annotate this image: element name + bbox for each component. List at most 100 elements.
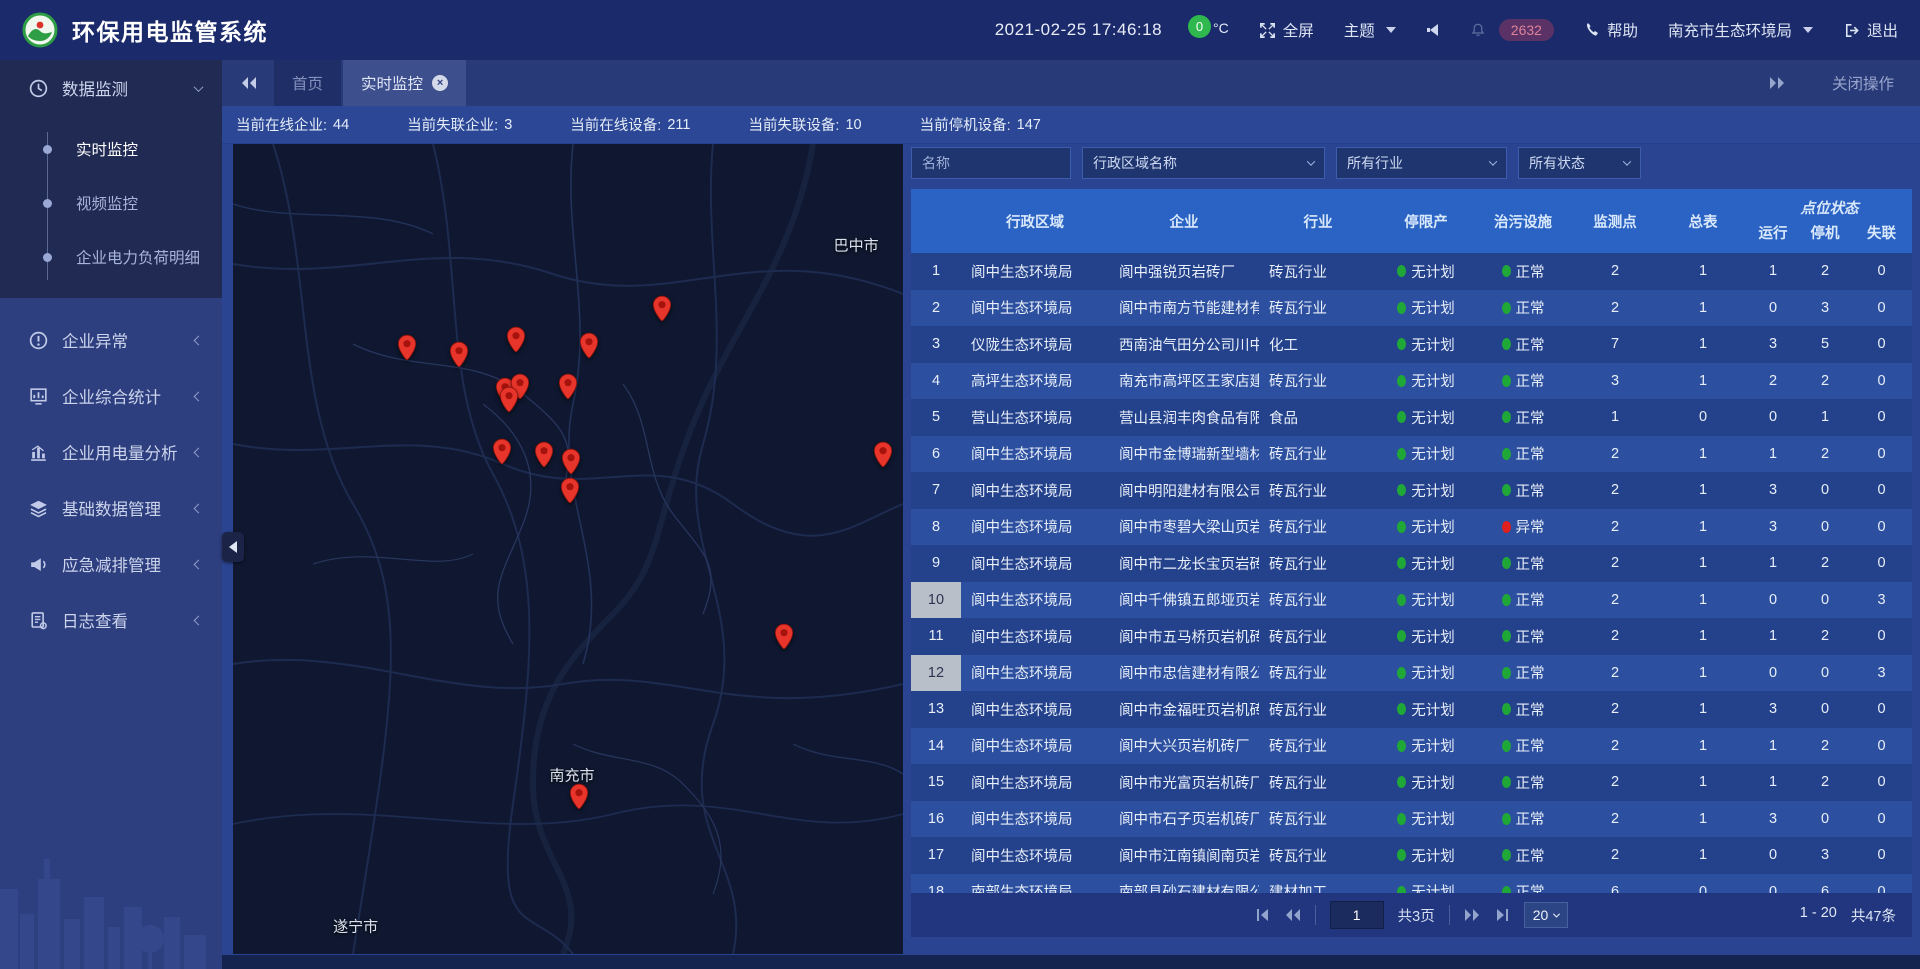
tabs-scroll-left-button[interactable] bbox=[240, 76, 258, 90]
sidebar-item-4[interactable]: 基础数据管理 bbox=[0, 480, 222, 536]
cell-industry: 砖瓦行业 bbox=[1259, 509, 1377, 546]
close-operations-dropdown[interactable]: 关闭操作 bbox=[1832, 72, 1894, 94]
next-page-button[interactable] bbox=[1464, 908, 1481, 922]
table-row[interactable]: 12阆中生态环境局阆中市忠信建材有限公砖瓦行业无计划正常21003 bbox=[911, 655, 1912, 692]
table-row[interactable]: 1阆中生态环境局阆中强锐页岩砖厂砖瓦行业无计划正常21120 bbox=[911, 253, 1912, 290]
theme-dropdown[interactable]: 主题 bbox=[1344, 19, 1396, 41]
footer-strip bbox=[222, 955, 1920, 969]
logout-button[interactable]: 退出 bbox=[1843, 19, 1898, 41]
fullscreen-icon bbox=[1259, 22, 1276, 39]
stat-value: 211 bbox=[667, 117, 690, 133]
map-pin[interactable] bbox=[560, 477, 580, 504]
sidebar-subitem-0-1[interactable]: 视频监控 bbox=[0, 176, 222, 230]
table-row[interactable]: 3仪陇生态环境局西南油气田分公司川中化工无计划正常71350 bbox=[911, 326, 1912, 363]
column-header: 行政区域 bbox=[961, 189, 1109, 253]
help-button[interactable]: 帮助 bbox=[1584, 19, 1638, 41]
tab-1[interactable]: 实时监控× bbox=[343, 60, 466, 106]
map-pin[interactable] bbox=[506, 327, 526, 354]
table-row[interactable]: 7阆中生态环境局阆中明阳建材有限公司砖瓦行业无计划正常21300 bbox=[911, 472, 1912, 509]
table-row[interactable]: 17阆中生态环境局阆中市江南镇阆南页岩砖瓦行业无计划正常21030 bbox=[911, 837, 1912, 874]
cell-offline: 0 bbox=[1851, 728, 1912, 765]
cell-monitor-points: 2 bbox=[1571, 436, 1659, 473]
page-number-input[interactable] bbox=[1330, 901, 1384, 929]
datetime: 2021-02-25 17:46:18 bbox=[995, 20, 1162, 40]
table-row[interactable]: 5营山生态环境局营山县润丰肉食品有限食品无计划正常10010 bbox=[911, 399, 1912, 436]
page-size-select[interactable]: 20 bbox=[1524, 902, 1569, 928]
map-pin[interactable] bbox=[569, 783, 589, 810]
notifications[interactable]: 2632 bbox=[1470, 19, 1554, 41]
last-page-button[interactable] bbox=[1495, 908, 1510, 922]
map-pin[interactable] bbox=[774, 623, 794, 650]
row-number: 9 bbox=[911, 545, 961, 582]
tab-close-icon[interactable]: × bbox=[432, 75, 448, 91]
table-row[interactable]: 2阆中生态环境局阆中市南方节能建材有砖瓦行业无计划正常21030 bbox=[911, 290, 1912, 327]
cell-monitor-points: 6 bbox=[1571, 874, 1659, 894]
cell-total-meters: 1 bbox=[1659, 509, 1747, 546]
sidebar-item-5[interactable]: 应急减排管理 bbox=[0, 536, 222, 592]
sidebar-item-label: 企业综合统计 bbox=[62, 384, 195, 408]
sidebar-item-label: 基础数据管理 bbox=[62, 496, 195, 520]
status-dot bbox=[1502, 338, 1511, 350]
map-pin[interactable] bbox=[873, 441, 893, 468]
sidebar-item-0[interactable]: 数据监测 bbox=[0, 60, 222, 116]
sidebar-subitem-0-0[interactable]: 实时监控 bbox=[0, 122, 222, 176]
table-row[interactable]: 10阆中生态环境局阆中千佛镇五郎垭页岩砖瓦行业无计划正常21003 bbox=[911, 582, 1912, 619]
sidebar-item-1[interactable]: 企业异常 bbox=[0, 312, 222, 368]
table-row[interactable]: 6阆中生态环境局阆中市金博瑞新型墙材砖瓦行业无计划正常21120 bbox=[911, 436, 1912, 473]
map-pin[interactable] bbox=[558, 373, 578, 400]
cell-stopped: 2 bbox=[1799, 545, 1851, 582]
first-page-button[interactable] bbox=[1255, 908, 1270, 922]
mute-button[interactable] bbox=[1426, 23, 1440, 37]
prev-page-button[interactable] bbox=[1284, 908, 1301, 922]
cell-industry: 砖瓦行业 bbox=[1259, 837, 1377, 874]
status-dot bbox=[1397, 886, 1406, 893]
cell-offline: 0 bbox=[1851, 618, 1912, 655]
map-pin[interactable] bbox=[499, 386, 519, 413]
map[interactable]: 巴中市南充市遂宁市 bbox=[233, 144, 903, 954]
table-row[interactable]: 4高坪生态环境局南充市高坪区王家店建砖瓦行业无计划正常31220 bbox=[911, 363, 1912, 400]
cell-total-meters: 1 bbox=[1659, 326, 1747, 363]
table-row[interactable]: 13阆中生态环境局阆中市金福旺页岩机砖砖瓦行业无计划正常21300 bbox=[911, 691, 1912, 728]
industry-select[interactable]: 所有行业 bbox=[1336, 147, 1507, 179]
cell-stopped: 2 bbox=[1799, 363, 1851, 400]
table-row[interactable]: 14阆中生态环境局阆中大兴页岩机砖厂砖瓦行业无计划正常21120 bbox=[911, 728, 1912, 765]
status-select[interactable]: 所有状态 bbox=[1518, 147, 1641, 179]
tabs-scroll-right-button[interactable] bbox=[1768, 76, 1786, 90]
map-pin[interactable] bbox=[397, 335, 417, 362]
cell-total-meters: 1 bbox=[1659, 290, 1747, 327]
cell-industry: 砖瓦行业 bbox=[1259, 691, 1377, 728]
table-row[interactable]: 16阆中生态环境局阆中市石子页岩机砖厂砖瓦行业无计划正常21300 bbox=[911, 801, 1912, 838]
name-filter-input[interactable] bbox=[922, 155, 1060, 171]
organization-dropdown[interactable]: 南充市生态环境局 bbox=[1668, 19, 1813, 41]
sidebar-item-6[interactable]: 日志查看 bbox=[0, 592, 222, 648]
table-row[interactable]: 9阆中生态环境局阆中市二龙长宝页岩砖砖瓦行业无计划正常21120 bbox=[911, 545, 1912, 582]
status-dot bbox=[1397, 776, 1406, 788]
map-pin[interactable] bbox=[561, 448, 581, 475]
map-collapse-handle[interactable] bbox=[222, 532, 244, 562]
chevron-down-icon bbox=[1489, 157, 1497, 165]
cell-total-meters: 1 bbox=[1659, 764, 1747, 801]
map-pin[interactable] bbox=[492, 438, 512, 465]
table-row[interactable]: 18南部生态环境局南部县砂石建材有限公建材加工无计划正常60060 bbox=[911, 874, 1912, 894]
column-header: 监测点 bbox=[1571, 189, 1659, 253]
cell-facility-status: 正常 bbox=[1475, 801, 1571, 838]
map-pin[interactable] bbox=[579, 332, 599, 359]
map-pin[interactable] bbox=[652, 295, 672, 322]
table-row[interactable]: 11阆中生态环境局阆中市五马桥页岩机砖砖瓦行业无计划正常21120 bbox=[911, 618, 1912, 655]
sidebar-item-3[interactable]: 企业用电量分析 bbox=[0, 424, 222, 480]
cell-facility-status: 正常 bbox=[1475, 728, 1571, 765]
table-row[interactable]: 8阆中生态环境局阆中市枣碧大梁山页岩砖瓦行业无计划异常21300 bbox=[911, 509, 1912, 546]
cell-industry: 砖瓦行业 bbox=[1259, 764, 1377, 801]
map-pin[interactable] bbox=[534, 442, 554, 469]
map-pin[interactable] bbox=[449, 341, 469, 368]
sidebar-subitem-0-2[interactable]: 企业电力负荷明细 bbox=[0, 230, 222, 284]
region-select[interactable]: 行政区域名称 bbox=[1082, 147, 1325, 179]
cell-facility-status: 正常 bbox=[1475, 363, 1571, 400]
cell-offline: 0 bbox=[1851, 691, 1912, 728]
cell-offline: 0 bbox=[1851, 326, 1912, 363]
tab-0[interactable]: 首页 bbox=[274, 60, 341, 106]
sidebar-item-2[interactable]: 企业综合统计 bbox=[0, 368, 222, 424]
cell-stopped: 2 bbox=[1799, 253, 1851, 290]
fullscreen-button[interactable]: 全屏 bbox=[1259, 19, 1314, 41]
table-row[interactable]: 15阆中生态环境局阆中市光富页岩机砖厂砖瓦行业无计划正常21120 bbox=[911, 764, 1912, 801]
